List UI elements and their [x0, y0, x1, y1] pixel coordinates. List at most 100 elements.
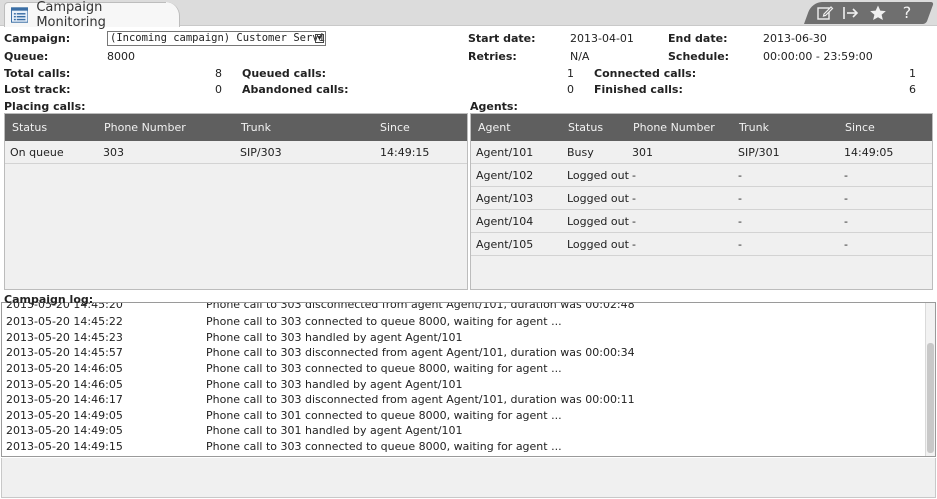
status-cell: Logged out [567, 192, 629, 205]
since-cell: - [844, 215, 848, 228]
since-cell: - [844, 238, 848, 251]
retries-label: Retries: [468, 50, 517, 63]
table-row[interactable]: Agent/105 Logged out - - - [471, 233, 932, 256]
agent-cell: Agent/105 [476, 238, 534, 251]
column-header-phone-number[interactable]: Phone Number [104, 121, 186, 134]
column-header-trunk[interactable]: Trunk [739, 121, 769, 134]
column-header-agent[interactable]: Agent [478, 121, 511, 134]
status-cell: Logged out [567, 169, 629, 182]
log-message: Phone call to 303 disconnected from agen… [206, 302, 635, 311]
lost-track-value: 0 [215, 83, 222, 96]
log-timestamp: 2013-05-20 14:45:22 [6, 315, 123, 328]
agent-cell: Agent/103 [476, 192, 534, 205]
help-icon[interactable]: ? [897, 4, 917, 22]
queue-label: Queue: [4, 50, 49, 63]
since-cell: 14:49:05 [844, 146, 894, 159]
total-calls-value: 8 [215, 67, 222, 80]
since-cell: - [844, 169, 848, 182]
phone-number-cell: - [632, 238, 636, 251]
tab-campaign-monitoring[interactable]: Campaign Monitoring [4, 0, 172, 30]
end-date-value: 2013-06-30 [763, 32, 827, 45]
retries-value: N/A [570, 50, 590, 63]
log-message: Phone call to 303 connected to queue 800… [206, 440, 562, 453]
tab-title: Campaign Monitoring [36, 0, 106, 30]
phone-number-cell: 303 [103, 146, 124, 159]
log-message: Phone call to 303 connected to queue 800… [206, 315, 562, 328]
log-timestamp: 2013-05-20 14:49:15 [6, 440, 123, 453]
phone-number-cell: - [632, 169, 636, 182]
table-row[interactable]: Agent/101 Busy 301 SIP/301 14:49:05 [471, 141, 932, 164]
campaign-label: Campaign: [4, 32, 71, 45]
schedule-label: Schedule: [668, 50, 730, 63]
campaign-select[interactable]: (Incoming campaign) Customer Service ▼ [107, 31, 326, 46]
column-header-status[interactable]: Status [12, 121, 47, 134]
log-message: Phone call to 301 handled by agent Agent… [206, 424, 463, 437]
placing-calls-label: Placing calls: [4, 100, 86, 113]
since-cell: - [844, 192, 848, 205]
total-calls-label: Total calls: [4, 67, 71, 80]
agents-table: Agent Status Phone Number Trunk Since Ag… [470, 113, 933, 290]
column-header-trunk[interactable]: Trunk [241, 121, 271, 134]
tab-corner [166, 2, 180, 27]
finished-calls-label: Finished calls: [594, 83, 683, 96]
status-cell: On queue [10, 146, 64, 159]
trunk-cell: - [738, 169, 742, 182]
log-message: Phone call to 303 handled by agent Agent… [206, 378, 463, 391]
placing-calls-header: Status Phone Number Trunk Since [5, 114, 467, 141]
start-date-value: 2013-04-01 [570, 32, 634, 45]
queued-calls-label: Queued calls: [242, 67, 327, 80]
agent-cell: Agent/104 [476, 215, 534, 228]
status-cell: Logged out [567, 238, 629, 251]
log-message: Phone call to 303 disconnected from agen… [206, 393, 635, 406]
log-timestamp: 2013-05-20 14:46:05 [6, 362, 123, 375]
export-icon[interactable] [841, 4, 861, 22]
log-scrollbar-thumb[interactable] [927, 343, 934, 453]
log-timestamp: 2013-05-20 14:45:23 [6, 331, 123, 344]
log-timestamp: 2013-05-20 14:46:05 [6, 378, 123, 391]
log-timestamp: 2013-05-20 14:49:05 [6, 409, 123, 422]
column-header-phone-number[interactable]: Phone Number [633, 121, 715, 134]
column-header-status[interactable]: Status [568, 121, 603, 134]
connected-calls-value: 1 [909, 67, 916, 80]
campaign-log-label: Campaign log: [4, 293, 94, 306]
end-date-label: End date: [668, 32, 728, 45]
table-row[interactable]: On queue 303 SIP/303 14:49:15 [5, 141, 467, 164]
lost-track-label: Lost track: [4, 83, 71, 96]
trunk-cell: - [738, 238, 742, 251]
agent-cell: Agent/102 [476, 169, 534, 182]
table-row[interactable]: Agent/104 Logged out - - - [471, 210, 932, 233]
phone-number-cell: - [632, 215, 636, 228]
log-timestamp: 2013-05-20 14:49:05 [6, 424, 123, 437]
log-message: Phone call to 303 handled by agent Agent… [206, 331, 463, 344]
footer-panel [1, 458, 936, 498]
trunk-cell: SIP/303 [240, 146, 282, 159]
schedule-value: 00:00:00 - 23:59:00 [763, 50, 873, 63]
placing-calls-table: Status Phone Number Trunk Since On queue… [4, 113, 468, 290]
finished-calls-value: 6 [909, 83, 916, 96]
column-header-since[interactable]: Since [380, 121, 410, 134]
agent-cell: Agent/101 [476, 146, 534, 159]
start-date-label: Start date: [468, 32, 536, 45]
queue-value: 8000 [107, 50, 135, 63]
campaign-log[interactable]: 2013-05-20 14:45:20 Phone call to 303 di… [1, 302, 936, 457]
log-scrollbar[interactable] [925, 303, 935, 456]
abandoned-calls-value: 0 [567, 83, 574, 96]
phone-number-cell: 301 [632, 146, 653, 159]
star-icon[interactable] [868, 4, 888, 22]
queued-calls-value: 1 [567, 67, 574, 80]
table-row[interactable]: Agent/103 Logged out - - - [471, 187, 932, 210]
edit-icon[interactable] [815, 4, 835, 22]
log-message: Phone call to 303 connected to queue 800… [206, 362, 562, 375]
trunk-cell: SIP/301 [738, 146, 780, 159]
table-row[interactable]: Agent/102 Logged out - - - [471, 164, 932, 187]
trunk-cell: - [738, 215, 742, 228]
phone-number-cell: - [632, 192, 636, 205]
column-header-since[interactable]: Since [845, 121, 875, 134]
agents-label: Agents: [470, 100, 518, 113]
since-cell: 14:49:15 [380, 146, 430, 159]
log-message: Phone call to 301 connected to queue 800… [206, 409, 562, 422]
connected-calls-label: Connected calls: [594, 67, 697, 80]
list-icon [11, 7, 29, 23]
status-cell: Busy [567, 146, 594, 159]
chevron-down-icon: ▼ [315, 34, 324, 43]
